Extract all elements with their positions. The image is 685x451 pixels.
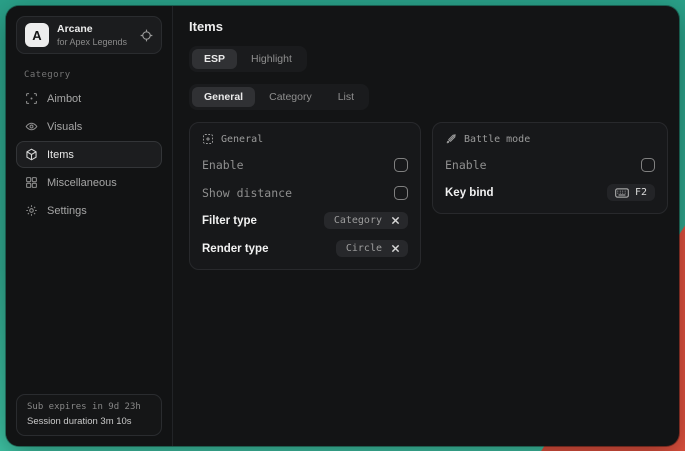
battle-mode-panel-header: Battle mode [445, 133, 655, 145]
eye-icon [25, 120, 38, 133]
battle-enable-checkbox[interactable] [641, 158, 655, 172]
general-panel: General Enable Show distance Filter type… [189, 122, 421, 270]
show-distance-checkbox[interactable] [394, 186, 408, 200]
tab-list[interactable]: List [326, 87, 366, 107]
app-title: Arcane [57, 23, 132, 35]
tab-category[interactable]: Category [257, 87, 324, 107]
sidebar-nav: Aimbot Visuals Items [16, 85, 162, 224]
target-icon[interactable] [140, 29, 153, 42]
clear-icon[interactable] [391, 216, 400, 225]
mode-tab-group: ESP Highlight [189, 46, 307, 72]
sidebar-item-label: Settings [47, 205, 87, 217]
filter-type-select[interactable]: Category [324, 212, 408, 229]
setting-row-key-bind: Key bind F2 [445, 184, 655, 201]
enable-checkbox[interactable] [394, 158, 408, 172]
sidebar-section-label: Category [24, 70, 162, 80]
sidebar-item-label: Miscellaneous [47, 177, 117, 189]
sidebar-item-label: Visuals [47, 121, 82, 133]
sidebar-item-items[interactable]: Items [16, 141, 162, 168]
subscription-info-card: Sub expires in 9d 23h Session duration 3… [16, 394, 162, 436]
render-type-value: Circle [346, 243, 382, 254]
setting-row-render-type: Render type Circle [202, 240, 408, 257]
setting-label: Show distance [202, 186, 292, 200]
clear-icon[interactable] [391, 244, 400, 253]
setting-label: Enable [202, 158, 244, 172]
setting-row-enable: Enable [445, 156, 655, 173]
sidebar-item-visuals[interactable]: Visuals [16, 113, 162, 140]
panels-row: General Enable Show distance Filter type… [189, 122, 668, 270]
app-subtitle: for Apex Legends [57, 37, 132, 47]
filter-type-value: Category [334, 215, 382, 226]
viewfinder-icon [202, 133, 214, 145]
sidebar-item-settings[interactable]: Settings [16, 197, 162, 224]
crosshair-icon [25, 92, 38, 105]
app-header-card: A Arcane for Apex Legends [16, 16, 162, 54]
setting-label: Filter type [202, 215, 257, 227]
setting-label: Enable [445, 158, 487, 172]
render-type-select[interactable]: Circle [336, 240, 408, 257]
battle-mode-panel: Battle mode Enable Key bind [432, 122, 668, 214]
gear-icon [25, 204, 38, 217]
keyboard-icon [615, 188, 629, 198]
page-title: Items [189, 19, 668, 34]
sidebar: A Arcane for Apex Legends Category [6, 6, 173, 446]
keybind-value: F2 [635, 187, 647, 198]
sidebar-item-label: Items [47, 149, 74, 161]
keybind-button[interactable]: F2 [607, 184, 655, 201]
main-content: Items ESP Highlight General Category Lis… [173, 6, 679, 446]
sub-expiry-text: Sub expires in 9d 23h [27, 402, 151, 412]
session-duration-text: Session duration 3m 10s [27, 416, 151, 427]
sidebar-item-label: Aimbot [47, 93, 81, 105]
sword-icon [445, 133, 457, 145]
tab-esp[interactable]: ESP [192, 49, 237, 69]
grid-icon [25, 176, 38, 189]
view-tab-group: General Category List [189, 84, 369, 110]
sidebar-item-miscellaneous[interactable]: Miscellaneous [16, 169, 162, 196]
app-window: A Arcane for Apex Legends Category [6, 6, 679, 446]
panel-title: General [221, 134, 263, 145]
setting-label: Key bind [445, 187, 494, 199]
panel-title: Battle mode [464, 134, 530, 145]
tab-general[interactable]: General [192, 87, 255, 107]
box-icon [25, 148, 38, 161]
app-meta: Arcane for Apex Legends [57, 23, 132, 47]
setting-row-show-distance: Show distance [202, 184, 408, 201]
general-panel-header: General [202, 133, 408, 145]
setting-row-filter-type: Filter type Category [202, 212, 408, 229]
setting-label: Render type [202, 243, 268, 255]
tab-highlight[interactable]: Highlight [239, 49, 304, 69]
setting-row-enable: Enable [202, 156, 408, 173]
app-logo: A [25, 23, 49, 47]
sidebar-item-aimbot[interactable]: Aimbot [16, 85, 162, 112]
